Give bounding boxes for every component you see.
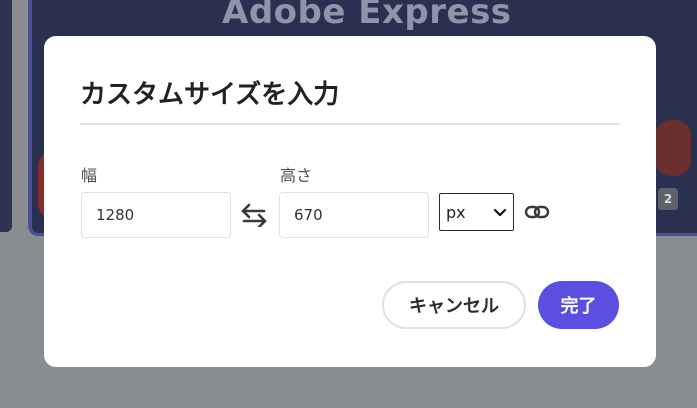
swap-arrows-icon[interactable]: [239, 200, 269, 230]
width-input[interactable]: [81, 192, 231, 238]
brand-heading: Adobe Express: [222, 0, 512, 32]
background-illustration-right: [655, 120, 691, 176]
background-card-left: [0, 0, 12, 232]
link-icon[interactable]: [523, 199, 551, 225]
height-input[interactable]: [279, 192, 429, 238]
chevron-down-icon: [493, 203, 507, 222]
unit-selected-value: px: [446, 202, 466, 222]
dialog-divider: [80, 123, 620, 125]
page-number-badge: 2: [658, 188, 678, 210]
cancel-button[interactable]: キャンセル: [382, 281, 526, 329]
height-label: 高さ: [280, 166, 313, 185]
custom-size-dialog: カスタムサイズを入力 幅 高さ px キャンセル 完了: [44, 36, 656, 367]
unit-select[interactable]: px: [439, 193, 514, 231]
done-button[interactable]: 完了: [538, 281, 619, 329]
width-label: 幅: [81, 166, 98, 185]
dialog-title: カスタムサイズを入力: [80, 80, 340, 110]
